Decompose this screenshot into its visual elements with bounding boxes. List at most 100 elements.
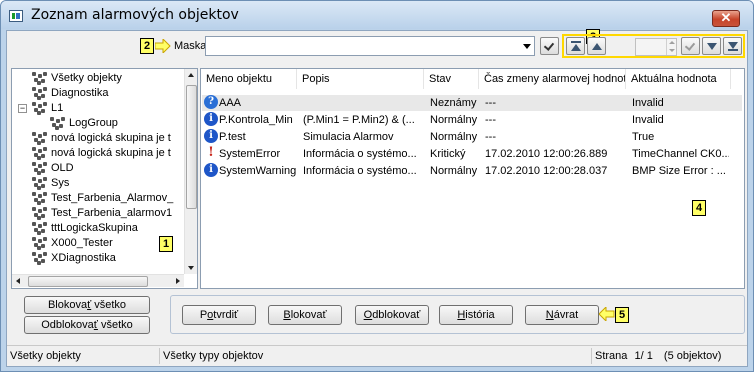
object-group-icon — [32, 221, 48, 235]
scroll-down-icon[interactable] — [188, 266, 194, 270]
scroll-right-icon[interactable] — [176, 278, 180, 284]
table-row[interactable]: ? AAA Neznámy --- Invalid — [202, 95, 742, 111]
tree-item[interactable]: Všetky objekty — [32, 71, 122, 86]
back-label-post: ávrat — [553, 309, 579, 321]
first-page-button[interactable] — [566, 37, 585, 55]
cell-time: --- — [485, 97, 496, 109]
action-buttons-group: Potvrdiť Blokovať Odblokovať História Ná… — [170, 295, 745, 334]
callout-2: 2 — [140, 38, 154, 54]
tree-item[interactable]: X000_Tester — [32, 236, 113, 251]
question-icon: ? — [204, 95, 218, 109]
tree-hscroll-thumb[interactable] — [28, 276, 148, 287]
history-button[interactable]: História — [439, 305, 513, 325]
tree-vertical-scrollbar[interactable] — [184, 69, 197, 274]
critical-alarm-icon: ! — [208, 145, 214, 160]
unblock-button[interactable]: Odblokovať — [355, 305, 429, 325]
back-button[interactable]: Návrat — [525, 305, 599, 325]
table-row[interactable]: ! SystemError Informácia o systémo... Kriti… — [202, 146, 742, 162]
chevron-down-icon[interactable] — [523, 44, 531, 49]
window-title: Zoznam alarmových objektov — [31, 7, 239, 23]
alarm-objects-window: Zoznam alarmových objektov ✕ 2 Maska: 3 — [0, 0, 754, 372]
column-header[interactable]: Popis — [297, 69, 424, 89]
object-group-tree[interactable]: Všetky objekty Diagnostika L1 − LogGroup nová… — [11, 68, 198, 289]
tree-item[interactable]: nová logická skupina je t — [32, 146, 171, 161]
previous-page-button[interactable] — [587, 37, 606, 55]
column-header[interactable]: Meno objektu — [201, 69, 297, 89]
column-header[interactable]: Čas zmeny alarmovej hodnoty — [479, 69, 626, 89]
unblock-all-label-post: všetko — [97, 319, 133, 331]
last-page-bar-icon — [728, 49, 738, 51]
block-all-label-post: všetko — [91, 299, 127, 311]
apply-mask-button[interactable] — [540, 37, 559, 55]
cell-value: True — [632, 131, 655, 143]
object-group-icon — [32, 236, 48, 250]
title-bar[interactable]: Zoznam alarmových objektov ✕ — [1, 1, 753, 29]
block-button[interactable]: Blokovať — [268, 305, 342, 325]
cell-name: SystemError — [219, 148, 281, 160]
tree-item[interactable]: XDiagnostika — [32, 251, 116, 266]
unblock-all-button[interactable]: Odblokovať všetko — [24, 316, 150, 334]
close-button[interactable]: ✕ — [712, 10, 740, 27]
tree-item[interactable]: LogGroup — [50, 116, 118, 131]
next-page-icon — [707, 43, 717, 50]
tree-item[interactable]: OLD — [32, 161, 74, 176]
object-group-icon — [32, 176, 48, 190]
tree-vscroll-thumb[interactable] — [186, 85, 197, 209]
tree-horizontal-scrollbar[interactable] — [12, 274, 184, 287]
info-icon: i — [204, 112, 218, 126]
table-row[interactable]: i SystemWarning Informácia o systémo... Nor… — [202, 163, 742, 179]
mask-combobox[interactable] — [205, 36, 535, 56]
cell-state: Normálny — [430, 114, 477, 126]
history-label-post: istória — [465, 309, 495, 321]
column-header[interactable]: Stav — [424, 69, 479, 89]
go-to-page-button[interactable] — [681, 37, 700, 55]
tree-item-label: Diagnostika — [51, 87, 109, 99]
unblock-all-label-pre: Odblokova — [41, 319, 94, 331]
next-page-button[interactable] — [702, 37, 721, 55]
tree-item[interactable]: nová logická skupina je t — [32, 131, 171, 146]
cell-name: SystemWarning — [219, 165, 297, 177]
status-type-filter: Všetky typy objektov — [159, 348, 591, 364]
spinner-arrows[interactable] — [666, 39, 676, 55]
object-group-icon — [32, 206, 48, 220]
tree-item[interactable]: L1 — [32, 101, 63, 116]
tree-item-label: tttLogickaSkupina — [51, 222, 138, 234]
tree-item-label: Test_Farbenia_alarmov1 — [51, 207, 173, 219]
mask-toolbar: 2 Maska: 3 — [7, 29, 747, 63]
tree-item[interactable]: Test_Farbenia_alarmov1 — [32, 206, 172, 221]
check-icon — [684, 40, 696, 51]
tree-item[interactable]: Diagnostika — [32, 86, 108, 101]
page-number-spinner[interactable] — [635, 38, 677, 56]
column-header[interactable]: Aktuálna hodnota — [626, 69, 731, 89]
table-row[interactable]: i P.Kontrola_Min (P.Min1 = P.Min2) & (... N… — [202, 112, 742, 128]
confirm-button[interactable]: Potvrdiť — [182, 305, 256, 325]
status-object-count: (5 objektov) — [663, 350, 722, 362]
object-group-icon — [32, 71, 48, 85]
status-page-value: 1/ 1 — [634, 350, 653, 362]
block-all-button[interactable]: Blokovať všetko — [24, 296, 150, 314]
scroll-left-icon[interactable] — [16, 278, 20, 284]
cell-time: 17.02.2010 12:00:26.889 — [485, 148, 608, 160]
alarm-objects-list[interactable]: Meno objektu Popis Stav Čas zmeny alarmovej… — [200, 68, 745, 289]
table-row[interactable]: i P.test Simulacia Alarmov Normálny --- True — [202, 129, 742, 145]
last-page-button[interactable] — [723, 37, 742, 55]
app-icon — [9, 10, 23, 22]
tree-item[interactable]: Sys — [32, 176, 69, 191]
status-page-label: Strana — [595, 350, 628, 362]
spin-up-icon[interactable] — [669, 41, 675, 44]
cell-time: --- — [485, 131, 496, 143]
scroll-up-icon[interactable] — [188, 73, 194, 77]
cell-desc: (P.Min1 = P.Min2) & (... — [303, 114, 415, 126]
cell-time: --- — [485, 114, 496, 126]
object-group-icon — [32, 191, 48, 205]
block-all-label-pre: Blokova — [47, 299, 88, 311]
tree-item[interactable]: Test_Farbenia_Alarmov_ — [32, 191, 173, 206]
first-page-icon — [571, 44, 581, 51]
object-group-icon — [50, 116, 66, 130]
tree-expander-icon[interactable]: − — [18, 104, 27, 113]
tree-item-label: XDiagnostika — [51, 252, 116, 264]
spin-down-icon[interactable] — [669, 49, 675, 52]
cell-state: Normálny — [430, 165, 477, 177]
tree-item[interactable]: tttLogickaSkupina — [32, 221, 138, 236]
block-label-post: lokovať — [290, 309, 327, 321]
